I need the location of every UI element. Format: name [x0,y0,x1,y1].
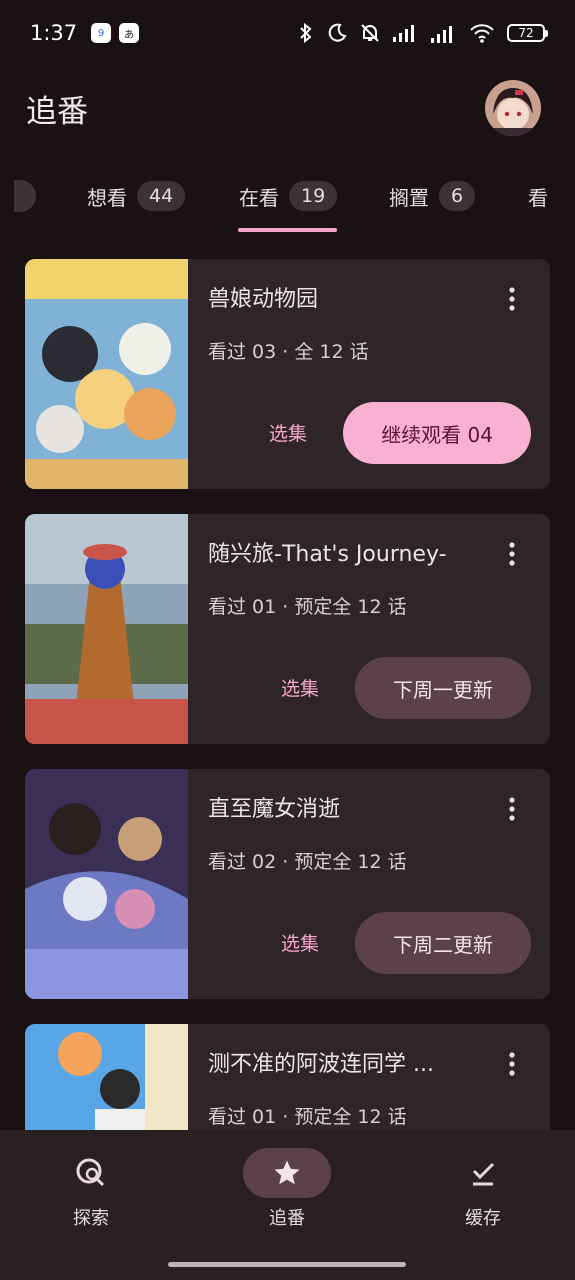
more-options-button[interactable] [494,283,530,315]
watch-status-tabs: 想看 44 在看 19 搁置 6 看 [0,168,575,234]
watch-progress: 看过 01 · 预定全 12 话 [208,596,407,618]
more-vert-icon [509,797,515,821]
bell-off-icon [361,24,379,42]
anime-card[interactable]: 直至魔女消逝 看过 02 · 预定全 12 话 选集 下周二更新 [25,769,550,999]
episode-select-button[interactable]: 选集 [281,929,319,956]
anime-card[interactable]: 随兴旅-That's Journey- 看过 01 · 预定全 12 话 选集 … [25,514,550,744]
gesture-bar [168,1262,406,1267]
active-tab-indicator [238,228,337,232]
status-bar: 1:37 9 あ 72 [0,0,575,66]
tab-count-badge: 19 [289,181,338,211]
star-icon [274,1160,300,1185]
anime-title: 兽娘动物园 [208,287,319,312]
nav-explore[interactable]: 探索 [26,1148,156,1238]
user-avatar[interactable] [485,80,541,136]
app-header: 追番 [26,76,541,140]
more-vert-icon [509,287,515,311]
episode-select-button[interactable]: 选集 [269,419,307,446]
nav-label: 探索 [73,1208,109,1229]
nav-label: 追番 [269,1208,305,1229]
battery-icon: 72 [507,24,548,42]
nav-following[interactable]: 追番 [222,1148,352,1238]
notification-app-icon: 9 [91,23,112,43]
tab-want-to-watch[interactable]: 想看 44 [87,178,186,214]
nav-downloads[interactable]: 缓存 [418,1148,548,1238]
tab-label: 想看 [87,185,127,210]
anime-title: 测不准的阿波连同学 ... [208,1052,434,1077]
next-update-button[interactable]: 下周二更新 [355,912,531,974]
explore-icon [76,1158,105,1187]
nav-label: 缓存 [465,1208,501,1229]
bottom-navigation: 探索 追番 缓存 [0,1130,575,1280]
watch-progress: 看过 03 · 全 12 话 [208,341,369,363]
tab-overflow-left [14,180,36,212]
status-time: 1:37 [30,21,78,45]
anime-cover-image [25,259,188,489]
bluetooth-icon [300,22,312,44]
moon-icon [328,23,347,42]
page-title: 追番 [26,93,88,130]
avatar-image [485,80,541,136]
signal-roaming-icon [431,26,452,43]
tab-count-badge: 44 [137,181,186,211]
tab-label: 看 [528,185,548,210]
signal-icon [393,25,414,42]
tab-count-badge: 6 [439,181,476,211]
more-vert-icon [509,542,515,566]
anime-cover-image [25,769,188,999]
tab-watched[interactable]: 看 [528,178,548,214]
anime-cover-image [25,514,188,744]
anime-title: 直至魔女消逝 [208,797,341,822]
anime-card[interactable]: 兽娘动物园 看过 03 · 全 12 话 选集 继续观看 04 [25,259,550,489]
more-options-button[interactable] [494,793,530,825]
episode-select-button[interactable]: 选集 [281,674,319,701]
tab-label: 搁置 [389,185,429,210]
continue-watching-button[interactable]: 继续观看 04 [343,402,531,464]
next-update-button[interactable]: 下周一更新 [355,657,531,719]
watch-progress: 看过 01 · 预定全 12 话 [208,1106,407,1128]
tab-watching[interactable]: 在看 19 [239,178,338,214]
download-done-icon [472,1162,495,1186]
anime-title: 随兴旅-That's Journey- [208,542,447,567]
tab-label: 在看 [239,185,279,210]
tab-on-hold[interactable]: 搁置 6 [389,178,476,214]
more-vert-icon [509,1052,515,1076]
status-icons: 72 [297,22,548,44]
wifi-icon [470,24,494,43]
notification-app-icon: あ [119,23,140,43]
more-options-button[interactable] [494,538,530,570]
watch-progress: 看过 02 · 预定全 12 话 [208,851,407,873]
more-options-button[interactable] [494,1048,530,1080]
